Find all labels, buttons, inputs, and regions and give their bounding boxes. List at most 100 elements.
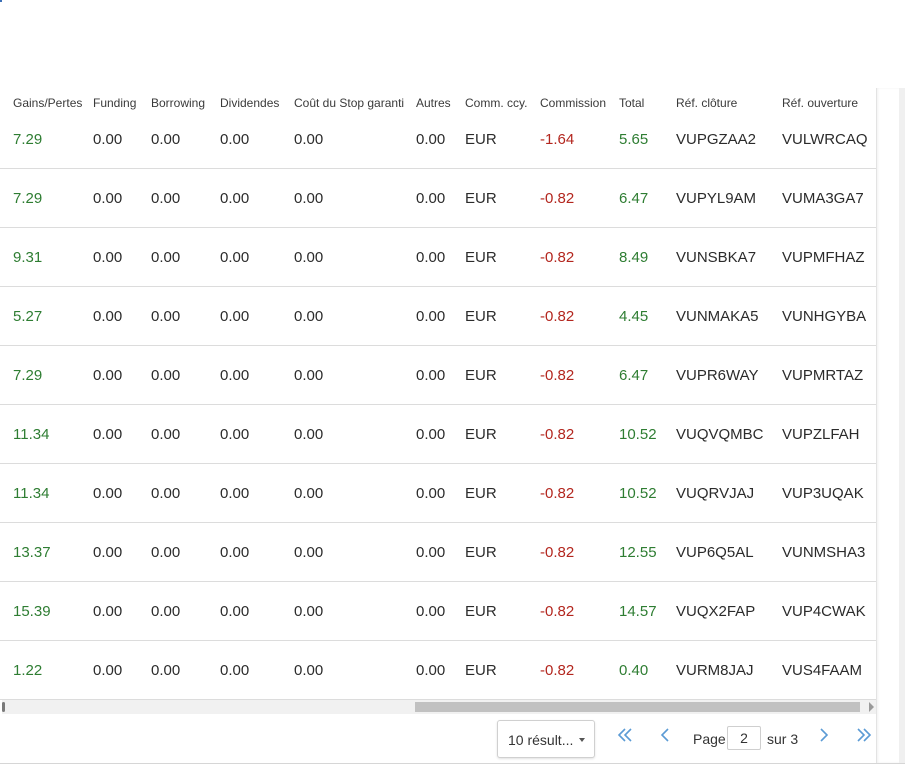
column-header-borrowing[interactable]: Borrowing	[151, 96, 205, 110]
cell-ref-ouverture: VUPZLFAH	[782, 426, 860, 443]
column-header-funding[interactable]: Funding	[93, 96, 136, 110]
cell-dividendes: 0.00	[220, 308, 250, 325]
cell-commission: -0.82	[540, 662, 575, 679]
cell-gains-pertes: 9.31	[13, 249, 43, 266]
horizontal-scroll-thumb[interactable]	[415, 702, 860, 712]
column-header-dividendes[interactable]: Dividendes	[220, 96, 279, 110]
cell-total: 6.47	[619, 190, 649, 207]
vertical-scrollbar[interactable]	[876, 88, 905, 763]
double-chevron-right-icon[interactable]	[856, 727, 872, 743]
cell-dividendes: 0.00	[220, 662, 250, 679]
cell-comm-ccy: EUR	[465, 426, 497, 443]
table-row[interactable]: 5.27 0.00 0.00 0.00 0.00 0.00 EUR -0.82 4.45 VUNM…	[0, 287, 876, 346]
cell-cout-stop-garanti: 0.00	[294, 190, 324, 207]
cell-ref-ouverture: VUP4CWAK	[782, 603, 866, 620]
table-row[interactable]: 15.39 0.00 0.00 0.00 0.00 0.00 EUR -0.82 14.57 VU…	[0, 582, 876, 641]
cell-gains-pertes: 7.29	[13, 367, 43, 384]
cell-ref-ouverture: VUPMFHAZ	[782, 249, 865, 266]
column-header-gains-pertes[interactable]: Gains/Pertes	[13, 96, 82, 110]
page-number-input[interactable]	[727, 726, 761, 750]
cell-gains-pertes: 1.22	[13, 662, 43, 679]
trades-table-view: Gains/Pertes Funding Borrowing Dividendes Co…	[0, 0, 905, 767]
cell-ref-ouverture: VUS4FAAM	[782, 662, 863, 679]
cell-ref-ouverture: VUNHGYBA	[782, 308, 867, 325]
cell-funding: 0.00	[93, 367, 123, 384]
cell-dividendes: 0.00	[220, 603, 250, 620]
cell-comm-ccy: EUR	[465, 367, 497, 384]
cell-total: 6.47	[619, 367, 649, 384]
cell-ref-ouverture: VUNMSHA3	[782, 544, 866, 561]
chevron-right-icon[interactable]	[818, 727, 830, 743]
cell-commission: -1.64	[540, 131, 575, 148]
cell-ref-cloture: VUPGZAA2	[676, 131, 757, 148]
cell-autres: 0.00	[416, 485, 446, 502]
scroll-right-arrow[interactable]	[869, 702, 874, 712]
table-row[interactable]: 7.29 0.00 0.00 0.00 0.00 0.00 EUR -1.64 5.65 VUPG…	[0, 118, 876, 169]
double-chevron-left-icon[interactable]	[617, 727, 633, 743]
cell-cout-stop-garanti: 0.00	[294, 544, 324, 561]
cell-gains-pertes: 7.29	[13, 131, 43, 148]
cell-dividendes: 0.00	[220, 249, 250, 266]
cell-comm-ccy: EUR	[465, 485, 497, 502]
column-header-autres[interactable]: Autres	[416, 96, 451, 110]
column-header-comm-ccy[interactable]: Comm. ccy.	[465, 96, 527, 110]
horizontal-scrollbar[interactable]	[2, 700, 876, 714]
cell-ref-ouverture: VUP3UQAK	[782, 485, 864, 502]
cell-borrowing: 0.00	[151, 249, 181, 266]
cell-borrowing: 0.00	[151, 544, 181, 561]
table-row[interactable]: 1.22 0.00 0.00 0.00 0.00 0.00 EUR -0.82 0.40 VURM…	[0, 641, 876, 700]
column-header-cout-stop-garanti[interactable]: Coût du Stop garanti	[294, 96, 404, 110]
cell-comm-ccy: EUR	[465, 190, 497, 207]
chevron-left-icon[interactable]	[659, 727, 671, 743]
cell-borrowing: 0.00	[151, 426, 181, 443]
table-row[interactable]: 11.34 0.00 0.00 0.00 0.00 0.00 EUR -0.82 10.52 VU…	[0, 464, 876, 523]
table-row[interactable]: 11.34 0.00 0.00 0.00 0.00 0.00 EUR -0.82 10.52 VU…	[0, 405, 876, 464]
column-header-ref-ouverture[interactable]: Réf. ouverture	[782, 96, 858, 110]
cell-commission: -0.82	[540, 249, 575, 266]
cell-gains-pertes: 11.34	[13, 426, 50, 443]
pagination-bar: 10 résult... Page sur 3	[0, 715, 905, 767]
cell-total: 14.57	[619, 603, 657, 620]
cell-total: 10.52	[619, 426, 657, 443]
table-row[interactable]: 13.37 0.00 0.00 0.00 0.00 0.00 EUR -0.82 12.55 VU…	[0, 523, 876, 582]
column-header-total[interactable]: Total	[619, 96, 644, 110]
cell-cout-stop-garanti: 0.00	[294, 131, 324, 148]
table-row[interactable]: 7.29 0.00 0.00 0.00 0.00 0.00 EUR -0.82 6.47 VUPY…	[0, 169, 876, 228]
cell-ref-cloture: VUQX2FAP	[676, 603, 756, 620]
cell-autres: 0.00	[416, 249, 446, 266]
cell-autres: 0.00	[416, 308, 446, 325]
cell-ref-cloture: VUNMAKA5	[676, 308, 759, 325]
cell-funding: 0.00	[93, 190, 123, 207]
cell-borrowing: 0.00	[151, 190, 181, 207]
cell-total: 0.40	[619, 662, 649, 679]
cell-total: 4.45	[619, 308, 649, 325]
cell-dividendes: 0.00	[220, 485, 250, 502]
cell-commission: -0.82	[540, 308, 575, 325]
column-header-commission[interactable]: Commission	[540, 96, 606, 110]
cell-funding: 0.00	[93, 131, 123, 148]
cell-total: 12.55	[619, 544, 657, 561]
cell-ref-cloture: VUPR6WAY	[676, 367, 759, 384]
cell-total: 10.52	[619, 485, 657, 502]
table-row[interactable]: 9.31 0.00 0.00 0.00 0.00 0.00 EUR -0.82 8.49 VUNS…	[0, 228, 876, 287]
cell-autres: 0.00	[416, 367, 446, 384]
cell-gains-pertes: 13.37	[13, 544, 51, 561]
cell-autres: 0.00	[416, 544, 446, 561]
cell-funding: 0.00	[93, 662, 123, 679]
cell-dividendes: 0.00	[220, 131, 250, 148]
cell-commission: -0.82	[540, 544, 575, 561]
cell-ref-cloture: VUPYL9AM	[676, 190, 757, 207]
bottom-divider	[0, 763, 905, 764]
cell-total: 8.49	[619, 249, 649, 266]
results-per-page-select[interactable]: 10 résult...	[497, 720, 595, 758]
cell-autres: 0.00	[416, 131, 446, 148]
cell-cout-stop-garanti: 0.00	[294, 308, 324, 325]
vertical-scrollbar-track[interactable]	[899, 88, 905, 763]
scroll-left-arrow[interactable]	[2, 702, 5, 712]
table-row[interactable]: 7.29 0.00 0.00 0.00 0.00 0.00 EUR -0.82 6.47 VUPR…	[0, 346, 876, 405]
cell-funding: 0.00	[93, 485, 123, 502]
caret-down-icon	[579, 738, 585, 742]
column-header-ref-cloture[interactable]: Réf. clôture	[676, 96, 737, 110]
cell-cout-stop-garanti: 0.00	[294, 662, 324, 679]
cell-total: 5.65	[619, 131, 649, 148]
